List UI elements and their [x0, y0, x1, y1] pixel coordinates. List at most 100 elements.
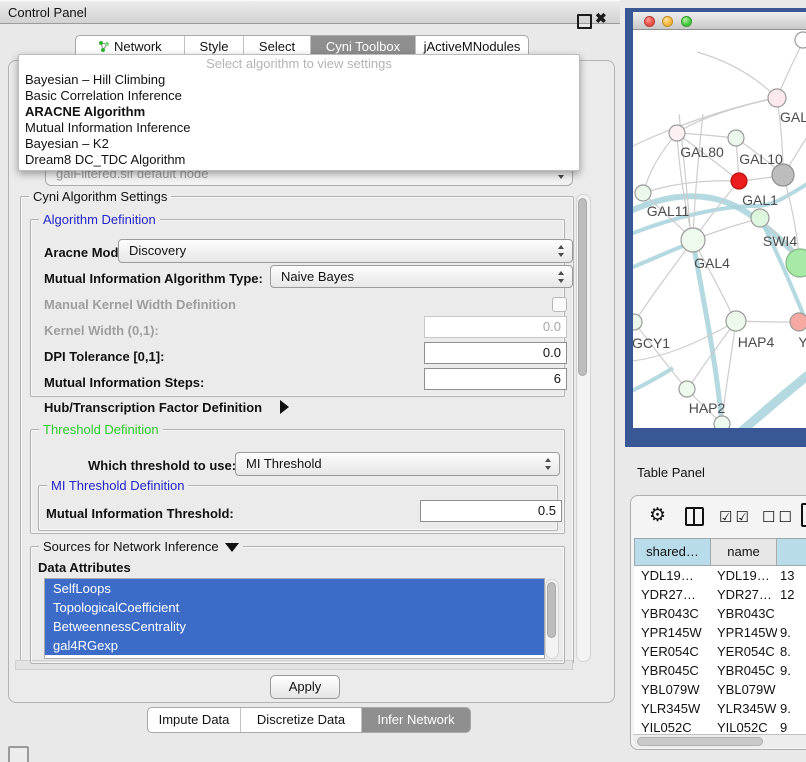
- aracne-mode-combobox[interactable]: Discovery: [118, 239, 573, 263]
- collapse-triangle-icon[interactable]: [225, 543, 239, 552]
- table-row[interactable]: YDL19…YDL19…13: [634, 566, 806, 585]
- mi-algorithm-type-combobox[interactable]: Naive Bayes: [270, 265, 573, 288]
- table-cell[interactable]: [777, 680, 806, 699]
- close-traffic-light-icon[interactable]: [644, 16, 655, 27]
- table-cell[interactable]: YBR045C: [634, 661, 711, 680]
- network-node[interactable]: [790, 313, 806, 331]
- network-window-titlebar[interactable]: [633, 12, 806, 30]
- settings-scrollbar[interactable]: [576, 194, 591, 662]
- network-edge[interactable]: [677, 133, 736, 138]
- table-row[interactable]: YBR043CYBR043C: [634, 604, 806, 623]
- table-cell[interactable]: YBR045C: [711, 661, 777, 680]
- apply-button[interactable]: Apply: [270, 675, 340, 699]
- network-edge[interactable]: [644, 133, 677, 191]
- algorithm-option[interactable]: Bayesian – K2: [19, 136, 579, 152]
- network-edge[interactable]: [729, 362, 806, 428]
- column-header-name[interactable]: name: [711, 538, 777, 566]
- network-node[interactable]: [795, 32, 806, 48]
- network-node-gal10[interactable]: [728, 130, 744, 146]
- network-node-gal11[interactable]: [635, 185, 651, 201]
- algorithm-option[interactable]: Dream8 DC_TDC Algorithm: [19, 152, 579, 168]
- expand-triangle-icon[interactable]: [280, 400, 289, 414]
- algorithm-option-highlighted[interactable]: ARACNE Algorithm: [19, 104, 579, 120]
- minimize-traffic-light-icon[interactable]: [662, 16, 673, 27]
- table-cell[interactable]: YPR145W: [634, 623, 711, 642]
- algorithm-option[interactable]: Basic Correlation Inference: [19, 88, 579, 104]
- table-cell[interactable]: 12: [777, 585, 806, 604]
- network-edge[interactable]: [693, 114, 703, 238]
- network-node-gal4[interactable]: [681, 228, 705, 252]
- network-edge[interactable]: [633, 368, 673, 396]
- kernel-width-field[interactable]: 0.0: [424, 316, 567, 338]
- scrollbar-thumb[interactable]: [578, 198, 587, 376]
- table-cell[interactable]: YDL19…: [711, 566, 777, 585]
- table-cell[interactable]: YDR27…: [634, 585, 711, 604]
- tab-infer-network[interactable]: Infer Network: [361, 708, 470, 732]
- network-edge[interactable]: [677, 98, 777, 133]
- algorithm-option[interactable]: Mutual Information Inference: [19, 120, 579, 136]
- table-cell[interactable]: YDL19…: [634, 566, 711, 585]
- network-canvas[interactable]: GAL80GAL10GAL1GAL11SWI4GAL4GCY1HAP4HAP2G…: [633, 30, 806, 428]
- which-threshold-combobox[interactable]: MI Threshold: [235, 452, 560, 476]
- network-edge[interactable]: [643, 181, 737, 193]
- table-cell[interactable]: 9.: [777, 661, 806, 680]
- scrollbar-thumb[interactable]: [547, 582, 556, 638]
- table-cell[interactable]: 9.: [777, 623, 806, 642]
- function-builder-icon[interactable]: [801, 503, 806, 527]
- network-node-swi4[interactable]: [751, 209, 769, 227]
- network-node-gal80[interactable]: [669, 125, 685, 141]
- table-cell[interactable]: YIL052C: [634, 718, 711, 734]
- table-row[interactable]: YPR145WYPR145W9.: [634, 623, 806, 642]
- network-node-gcy1[interactable]: [633, 314, 642, 330]
- table-row[interactable]: YLR345WYLR345W9.: [634, 699, 806, 718]
- table-row[interactable]: YDR27…YDR27…12: [634, 585, 806, 604]
- table-cell[interactable]: YBR043C: [634, 604, 711, 623]
- tab-impute-data[interactable]: Impute Data: [148, 708, 240, 732]
- split-panel-icon[interactable]: [685, 507, 704, 526]
- float-window-icon[interactable]: [577, 14, 592, 29]
- table-cell[interactable]: YER054C: [711, 642, 777, 661]
- table-cell[interactable]: 13: [777, 566, 806, 585]
- mi-threshold-field[interactable]: 0.5: [420, 500, 562, 522]
- network-node-hap4[interactable]: [726, 311, 746, 331]
- table-hscrollbar[interactable]: [633, 734, 806, 748]
- table-cell[interactable]: 9.: [777, 699, 806, 718]
- network-node-hap2[interactable]: [679, 381, 695, 397]
- table-cell[interactable]: YBL079W: [634, 680, 711, 699]
- deselect-all-icon[interactable]: ☐☐: [762, 508, 795, 526]
- network-edge[interactable]: [689, 321, 736, 387]
- dpi-tolerance-field[interactable]: 0.0: [424, 342, 567, 364]
- table-row[interactable]: YBR045CYBR045C9.: [634, 661, 806, 680]
- column-header-partial[interactable]: [777, 538, 806, 566]
- algorithm-option[interactable]: Bayesian – Hill Climbing: [19, 72, 579, 88]
- table-row[interactable]: YIL052CYIL052C9: [634, 718, 806, 734]
- network-edge[interactable]: [633, 246, 683, 272]
- table-cell[interactable]: YLR345W: [711, 699, 777, 718]
- attributes-list-scrollbar[interactable]: [545, 579, 559, 659]
- table-cell[interactable]: YBR043C: [711, 604, 777, 623]
- table-cell[interactable]: YER054C: [634, 642, 711, 661]
- manual-kernel-width-checkbox[interactable]: [552, 297, 567, 312]
- column-header-shared-name[interactable]: shared…: [634, 538, 711, 566]
- network-edge[interactable]: [697, 52, 777, 98]
- scrollbar-thumb[interactable]: [637, 737, 763, 746]
- table-cell[interactable]: YIL052C: [711, 718, 777, 734]
- select-all-icon[interactable]: ☑☑: [719, 508, 752, 526]
- table-cell[interactable]: YPR145W: [711, 623, 777, 642]
- zoom-traffic-light-icon[interactable]: [681, 16, 692, 27]
- network-node[interactable]: [714, 416, 730, 428]
- table-cell[interactable]: YDR27…: [711, 585, 777, 604]
- network-node[interactable]: [731, 173, 747, 189]
- table-cell[interactable]: YBL079W: [711, 680, 777, 699]
- table-cell[interactable]: 8.: [777, 642, 806, 661]
- table-row[interactable]: YBL079WYBL079W: [634, 680, 806, 699]
- table-cell[interactable]: YLR345W: [634, 699, 711, 718]
- settings-gear-icon[interactable]: ⚙: [649, 504, 666, 527]
- tab-discretize-data[interactable]: Discretize Data: [240, 708, 361, 732]
- table-cell[interactable]: [777, 604, 806, 623]
- mi-steps-field[interactable]: 6: [424, 368, 567, 390]
- table-row[interactable]: YER054CYER054C8.: [634, 642, 806, 661]
- network-node-gal1[interactable]: [772, 164, 794, 186]
- network-node[interactable]: [786, 249, 806, 277]
- network-node[interactable]: [768, 89, 786, 107]
